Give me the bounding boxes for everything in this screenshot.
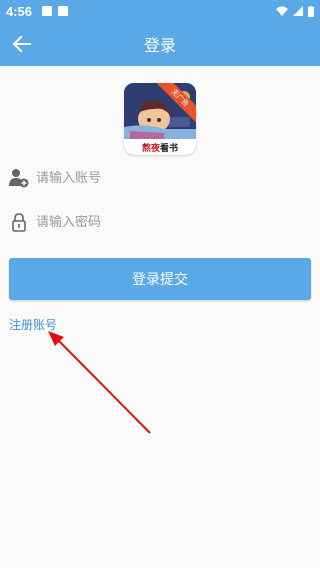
signal-icon (293, 6, 303, 16)
password-input[interactable] (36, 214, 311, 230)
logo-caption-hot: 熬夜 (141, 143, 160, 154)
status-bar: 4:56 (0, 0, 320, 22)
page-title: 登录 (143, 36, 176, 55)
status-time: 4:56 (6, 3, 33, 19)
app-notification-icon (58, 6, 69, 16)
image-notification-icon (42, 6, 53, 16)
app-bar: 登录 (0, 22, 320, 66)
logo-caption-rest: 看书 (160, 143, 179, 154)
status-right (276, 5, 314, 17)
wifi-icon (276, 6, 288, 16)
logo-caption: 熬夜 看书 (124, 139, 196, 155)
battery-icon (308, 5, 314, 17)
register-link[interactable]: 注册账号 (9, 316, 57, 333)
login-submit-button[interactable]: 登录提交 (9, 258, 311, 300)
notification-icons (42, 6, 69, 16)
app-logo: 无广告 熬夜 看书 (124, 83, 196, 155)
account-input[interactable] (36, 170, 311, 186)
account-field (9, 163, 311, 193)
password-field (9, 207, 311, 237)
user-add-icon (9, 168, 29, 188)
lock-icon (9, 212, 29, 232)
